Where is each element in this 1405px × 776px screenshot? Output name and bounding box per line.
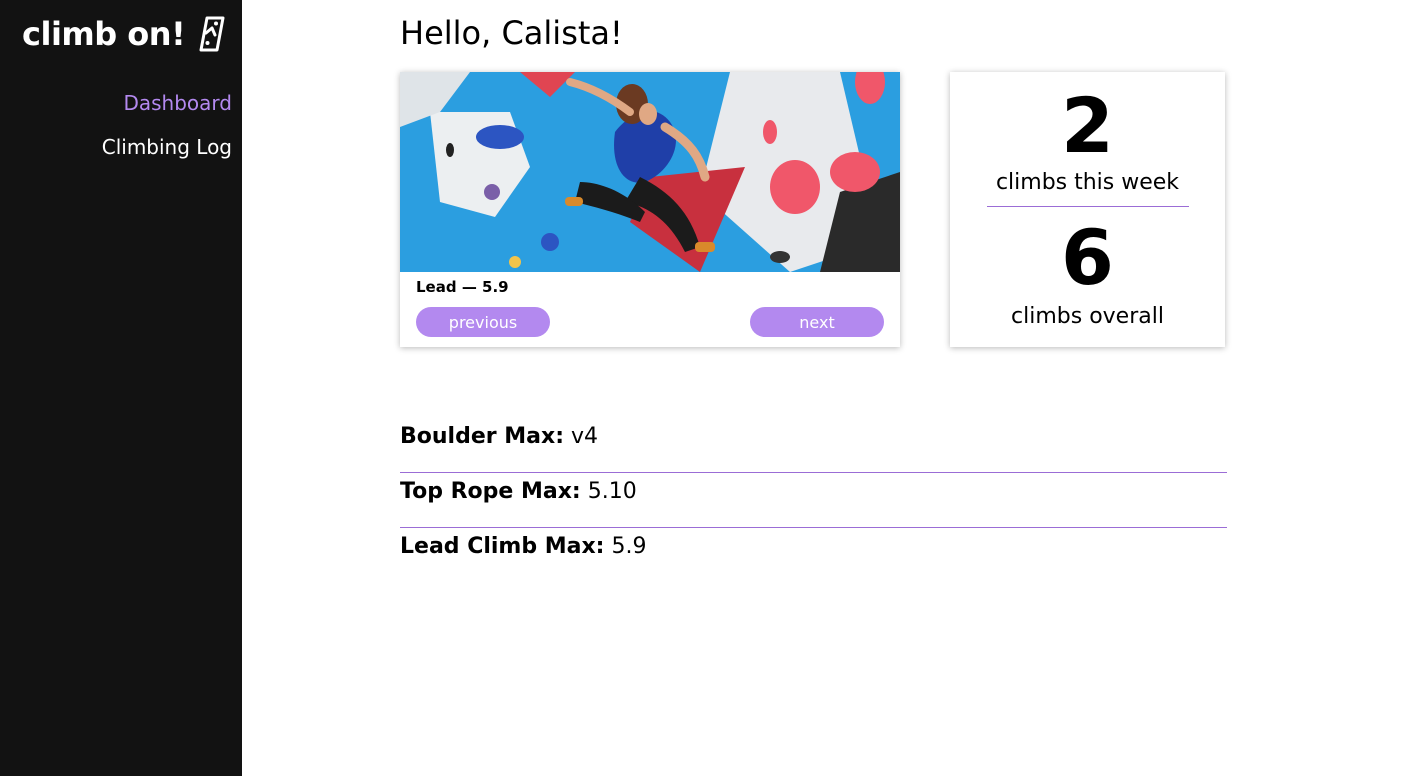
climb-carousel-card: Lead — 5.9 previous next	[400, 72, 900, 347]
stats-divider	[987, 206, 1189, 207]
climb-photo	[400, 72, 900, 272]
overall-climb-count: 6	[1061, 213, 1114, 302]
climbing-wall-image	[400, 72, 900, 272]
previous-button[interactable]: previous	[416, 307, 550, 337]
climbing-hold-icon	[199, 16, 225, 52]
climb-caption: Lead — 5.9	[416, 278, 509, 296]
max-value: 5.10	[587, 479, 637, 504]
max-row-lead-climb: Lead Climb Max: 5.9	[400, 528, 1227, 583]
next-button[interactable]: next	[750, 307, 884, 337]
nav-item-dashboard[interactable]: Dashboard	[102, 88, 232, 118]
sidebar-nav: Dashboard Climbing Log	[102, 88, 232, 176]
max-row-top-rope: Top Rope Max: 5.10	[400, 473, 1227, 528]
weekly-climb-count: 2	[1061, 81, 1114, 170]
max-label: Top Rope Max:	[400, 479, 581, 504]
max-value: v4	[571, 424, 599, 449]
sidebar: climb on! Dashboard Climbing Log	[0, 0, 242, 776]
climb-stats-card: 2 climbs this week 6 climbs overall	[950, 72, 1225, 347]
page-greeting: Hello, Calista!	[400, 14, 623, 52]
weekly-climb-label: climbs this week	[995, 170, 1180, 195]
brand-name: climb on!	[22, 15, 186, 53]
brand-logo[interactable]: climb on!	[22, 12, 227, 56]
max-value: 5.9	[611, 534, 647, 559]
max-label: Lead Climb Max:	[400, 534, 605, 559]
nav-item-climbing-log[interactable]: Climbing Log	[102, 132, 232, 162]
max-grades-list: Boulder Max: v4 Top Rope Max: 5.10 Lead …	[400, 418, 1227, 583]
max-label: Boulder Max:	[400, 424, 564, 449]
overall-climb-label: climbs overall	[1011, 304, 1164, 329]
max-row-boulder: Boulder Max: v4	[400, 418, 1227, 473]
